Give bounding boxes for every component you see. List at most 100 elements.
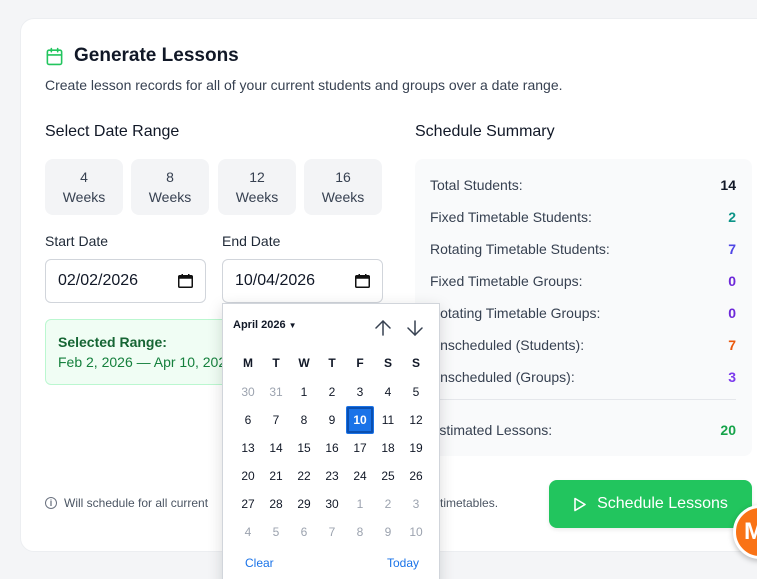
page-header: Generate Lessons: [45, 45, 239, 67]
calendar-day[interactable]: 4: [234, 518, 262, 546]
calendar-day[interactable]: 6: [290, 518, 318, 546]
calendar-day[interactable]: 17: [346, 434, 374, 462]
schedule-summary-heading: Schedule Summary: [415, 123, 555, 140]
calendar-day[interactable]: 22: [290, 462, 318, 490]
calendar-day[interactable]: 19: [402, 434, 430, 462]
preset-number: 4: [80, 169, 88, 185]
summary-label: Rotating Timetable Students:: [430, 241, 610, 257]
note-text-right: timetables.: [440, 496, 499, 510]
calendar-day[interactable]: 2: [318, 378, 346, 406]
calendar-day[interactable]: 14: [262, 434, 290, 462]
summary-row-total-students: Total Students: 14: [430, 177, 736, 193]
end-date-label: End Date: [222, 233, 281, 249]
calendar-day[interactable]: 20: [234, 462, 262, 490]
summary-value: 14: [720, 177, 736, 193]
calendar-day[interactable]: 16: [318, 434, 346, 462]
calendar-day[interactable]: 31: [262, 378, 290, 406]
calendar-day[interactable]: 30: [234, 378, 262, 406]
calendar-day[interactable]: 8: [290, 406, 318, 434]
summary-row-unscheduled-groups: Unscheduled (Groups): 3: [430, 369, 736, 385]
summary-value: 7: [728, 337, 736, 353]
date-picker-popup: April 2026 ▼ Clear Today M T W T F S S 30 31 1 2 3 4…: [222, 303, 440, 579]
start-date-label: Start Date: [45, 233, 109, 249]
calendar-day[interactable]: 24: [346, 462, 374, 490]
calendar-day[interactable]: 5: [262, 518, 290, 546]
calendar-day[interactable]: 21: [262, 462, 290, 490]
calendar-day[interactable]: 26: [402, 462, 430, 490]
calendar-day[interactable]: 8: [346, 518, 374, 546]
preset-12-weeks-button[interactable]: 12 Weeks: [218, 159, 296, 215]
today-button[interactable]: Today: [387, 556, 419, 570]
summary-value: 20: [720, 422, 736, 438]
weekday-header: T: [272, 356, 280, 370]
start-date-value: 02/02/2026: [58, 272, 139, 289]
weekday-header: F: [356, 356, 364, 370]
summary-row-rotating-students: Rotating Timetable Students: 7: [430, 241, 736, 257]
month-select[interactable]: April 2026 ▼: [233, 319, 297, 331]
schedule-lessons-button[interactable]: Schedule Lessons: [549, 480, 752, 528]
info-icon: i: [45, 497, 57, 509]
summary-label: Rotating Timetable Groups:: [430, 305, 601, 321]
arrow-down-icon: [407, 320, 423, 336]
calendar-day[interactable]: 25: [374, 462, 402, 490]
calendar-day[interactable]: 12: [402, 406, 430, 434]
preset-8-weeks-button[interactable]: 8 Weeks: [131, 159, 209, 215]
clear-date-button[interactable]: Clear: [245, 556, 274, 570]
calendar-day[interactable]: 28: [262, 490, 290, 518]
selected-range-box: Selected Range: Feb 2, 2026 — Apr 10, 20…: [45, 319, 245, 385]
weekday-header: M: [243, 356, 253, 370]
date-picker-icon[interactable]: [178, 274, 193, 288]
preset-unit: Weeks: [62, 189, 106, 205]
calendar-day[interactable]: 1: [290, 378, 318, 406]
summary-value: 0: [728, 305, 736, 321]
calendar-day[interactable]: 3: [402, 490, 430, 518]
calendar-day[interactable]: 23: [318, 462, 346, 490]
weekday-header: T: [328, 356, 336, 370]
note-text-left: Will schedule for all current: [64, 496, 209, 510]
calendar-day[interactable]: 3: [346, 378, 374, 406]
selected-range-value: Feb 2, 2026 — Apr 10, 2026: [58, 354, 234, 370]
calendar-day[interactable]: 10: [346, 406, 374, 434]
calendar-day[interactable]: 1: [346, 490, 374, 518]
summary-label: Unscheduled (Students):: [430, 337, 585, 353]
summary-value: 7: [728, 241, 736, 257]
calendar-day[interactable]: 6: [234, 406, 262, 434]
calendar-day[interactable]: 9: [318, 406, 346, 434]
summary-label: Unscheduled (Groups):: [430, 369, 575, 385]
calendar-day[interactable]: 30: [318, 490, 346, 518]
calendar-day[interactable]: 18: [374, 434, 402, 462]
calendar-day[interactable]: 2: [374, 490, 402, 518]
preset-unit: Weeks: [235, 189, 279, 205]
calendar-day[interactable]: 10: [402, 518, 430, 546]
month-label: April 2026: [233, 319, 286, 331]
next-month-button[interactable]: [405, 318, 425, 338]
date-picker-icon[interactable]: [355, 274, 370, 288]
page-subtitle: Create lesson records for all of your cu…: [45, 77, 563, 93]
preset-number: 16: [335, 169, 351, 185]
calendar-day[interactable]: 4: [374, 378, 402, 406]
summary-value: 0: [728, 273, 736, 289]
calendar-day[interactable]: 29: [290, 490, 318, 518]
weekday-header: W: [298, 356, 310, 370]
summary-row-unscheduled-students: Unscheduled (Students): 7: [430, 337, 736, 353]
previous-month-button[interactable]: [373, 318, 393, 338]
calendar-day[interactable]: 15: [290, 434, 318, 462]
start-date-input[interactable]: 02/02/2026: [45, 259, 206, 303]
preset-4-weeks-button[interactable]: 4 Weeks: [45, 159, 123, 215]
schedule-note: i Will schedule for all current: [45, 496, 208, 510]
weekday-header: S: [411, 356, 420, 370]
summary-label: Fixed Timetable Groups:: [430, 273, 583, 289]
schedule-summary-panel: Total Students: 14 Fixed Timetable Stude…: [415, 159, 752, 456]
calendar-day[interactable]: 7: [262, 406, 290, 434]
calendar-day[interactable]: 13: [234, 434, 262, 462]
calendar-day[interactable]: 27: [234, 490, 262, 518]
summary-row-estimated-lessons: Estimated Lessons: 20: [430, 422, 736, 438]
calendar-day[interactable]: 5: [402, 378, 430, 406]
calendar-day[interactable]: 11: [374, 406, 402, 434]
calendar-day[interactable]: 9: [374, 518, 402, 546]
summary-label: Fixed Timetable Students:: [430, 209, 592, 225]
calendar-day[interactable]: 7: [318, 518, 346, 546]
preset-16-weeks-button[interactable]: 16 Weeks: [304, 159, 382, 215]
end-date-input[interactable]: 10/04/2026: [222, 259, 383, 303]
caret-down-icon: ▼: [288, 320, 297, 330]
